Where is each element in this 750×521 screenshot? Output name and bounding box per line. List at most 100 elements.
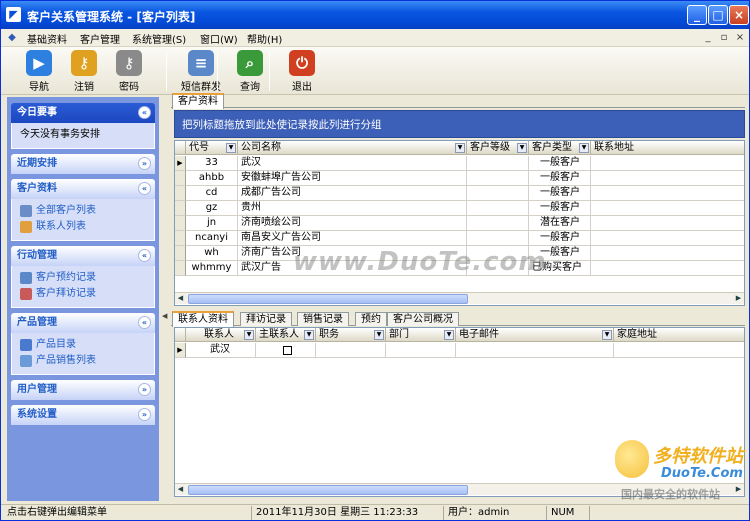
sidebar-item[interactable]: 全部客户列表 [20,203,150,219]
table-cell[interactable] [467,171,529,186]
table-cell[interactable] [591,261,744,276]
scroll-right-icon[interactable]: ▶ [733,293,744,304]
horizontal-scrollbar[interactable]: ◀ ▶ [175,292,744,304]
scroll-thumb[interactable] [188,485,468,495]
table-cell[interactable] [591,186,744,201]
row-indicator[interactable] [175,171,186,186]
filter-dropdown-icon[interactable]: ▼ [517,143,527,153]
menu-window[interactable]: 窗口(W) [198,30,240,47]
row-indicator[interactable] [175,261,186,276]
tab-detail-3[interactable]: 预约 [355,312,387,326]
toolbar-button-2[interactable]: ⚷ 密码 [108,49,150,93]
row-indicator[interactable]: ▶ [175,343,186,358]
primary-contact-checkbox-cell[interactable] [256,343,316,358]
table-cell[interactable] [591,246,744,261]
table-row[interactable]: ▶ 武汉 [175,343,744,358]
sidebar-group-header[interactable]: 今日要事 « [11,103,155,123]
sidebar-group-header[interactable]: 客户资料 « [11,179,155,199]
column-header[interactable]: 代号 ▼ [186,141,238,155]
sidebar-item[interactable]: 客户拜访记录 [20,286,150,302]
maximize-button[interactable]: □ [708,5,728,25]
toolbar-button-5[interactable]: ⏻ 退出 [281,49,323,93]
table-cell[interactable] [467,231,529,246]
table-cell[interactable]: ahbb [186,171,238,186]
column-header[interactable]: 公司名称 ▼ [238,141,467,155]
expand-chevron-icon[interactable]: » [138,408,151,421]
menu-system-management[interactable]: 系统管理(S) [130,30,188,47]
table-cell[interactable]: ncanyi [186,231,238,246]
column-header[interactable]: 职务 ▼ [316,328,386,342]
menu-help[interactable]: 帮助(H) [245,30,284,47]
table-cell[interactable]: gz [186,201,238,216]
group-by-panel[interactable]: 把列标题拖放到此处使记录按此列进行分组 [174,110,745,138]
scroll-left-icon[interactable]: ◀ [175,484,186,495]
filter-dropdown-icon[interactable]: ▼ [226,143,236,153]
toolbar-button-3[interactable]: ≡ 短信群发 [174,49,228,93]
filter-dropdown-icon[interactable]: ▼ [374,330,384,340]
sidebar-group-header[interactable]: 行动管理 « [11,246,155,266]
table-row[interactable]: cd 成都广告公司 一般客户 [175,186,744,201]
row-indicator[interactable] [175,231,186,246]
tab-customer-data[interactable]: 客户资料 [172,93,224,109]
filter-dropdown-icon[interactable]: ▼ [304,330,314,340]
column-header[interactable]: 联系地址 [591,141,744,155]
table-cell[interactable] [386,343,456,358]
collapse-chevron-icon[interactable]: « [138,182,151,195]
table-cell[interactable] [614,343,744,358]
table-cell[interactable]: 武汉 [238,156,467,171]
sidebar-group-header[interactable]: 系统设置 » [11,405,155,425]
row-indicator[interactable] [175,201,186,216]
row-indicator[interactable] [175,216,186,231]
primary-contact-checkbox[interactable] [282,346,292,355]
expand-chevron-icon[interactable]: » [138,383,151,396]
table-cell[interactable] [316,343,386,358]
filter-dropdown-icon[interactable]: ▼ [244,330,254,340]
table-cell[interactable] [467,156,529,171]
sidebar-item[interactable]: 产品目录 [20,337,150,353]
menu-customer-management[interactable]: 客户管理 [78,30,122,47]
toolbar-button-4[interactable]: ⌕ 查询 [229,49,271,93]
column-header[interactable]: 客户类型 ▼ [529,141,591,155]
minimize-button[interactable]: _ [687,5,707,25]
column-header[interactable]: 主联系人 ▼ [256,328,316,342]
table-cell[interactable] [591,231,744,246]
table-cell[interactable] [467,201,529,216]
tab-detail-0[interactable]: 联系人资料 [172,311,234,327]
table-cell[interactable]: 南昌安义广告公司 [238,231,467,246]
column-header[interactable]: 家庭地址 [614,328,744,342]
filter-dropdown-icon[interactable]: ▼ [602,330,612,340]
title-bar[interactable]: ◤ 客户关系管理系统 - [客户列表] _ □ × [1,1,749,29]
mdi-minimize-button[interactable]: _ [701,31,715,44]
table-cell[interactable]: 贵州 [238,201,467,216]
table-row[interactable]: ▶ 33 武汉 一般客户 [175,156,744,171]
sidebar-item[interactable]: 联系人列表 [20,219,150,235]
filter-dropdown-icon[interactable]: ▼ [455,143,465,153]
table-cell[interactable] [591,171,744,186]
scroll-thumb[interactable] [188,294,468,304]
collapse-chevron-icon[interactable]: « [138,249,151,262]
row-indicator[interactable] [175,246,186,261]
collapse-chevron-icon[interactable]: « [138,106,151,119]
column-header[interactable]: 客户等级 ▼ [467,141,529,155]
sidebar-group-header[interactable]: 产品管理 « [11,313,155,333]
sidebar-item[interactable]: 客户预约记录 [20,270,150,286]
toolbar-button-0[interactable]: ▶ 导航 [18,49,60,93]
column-header[interactable]: 电子邮件 ▼ [456,328,614,342]
table-cell[interactable]: jn [186,216,238,231]
table-cell[interactable]: 一般客户 [529,231,591,246]
column-header[interactable]: 部门 ▼ [386,328,456,342]
menu-basic-data[interactable]: 基础资料 [25,30,69,47]
tab-detail-4[interactable]: 客户公司概况 [387,312,459,326]
table-row[interactable]: ncanyi 南昌安义广告公司 一般客户 [175,231,744,246]
filter-dropdown-icon[interactable]: ▼ [579,143,589,153]
column-header[interactable]: 联系人 ▼ [186,328,256,342]
table-cell[interactable]: cd [186,186,238,201]
scroll-left-icon[interactable]: ◀ [175,293,186,304]
tab-detail-1[interactable]: 拜访记录 [240,312,292,326]
collapse-arrow-icon[interactable]: ◀ [162,312,167,320]
expand-chevron-icon[interactable]: » [138,157,151,170]
table-cell[interactable]: 一般客户 [529,156,591,171]
table-cell[interactable]: 安徽蚌埠广告公司 [238,171,467,186]
tab-detail-2[interactable]: 销售记录 [297,312,349,326]
table-row[interactable]: gz 贵州 一般客户 [175,201,744,216]
